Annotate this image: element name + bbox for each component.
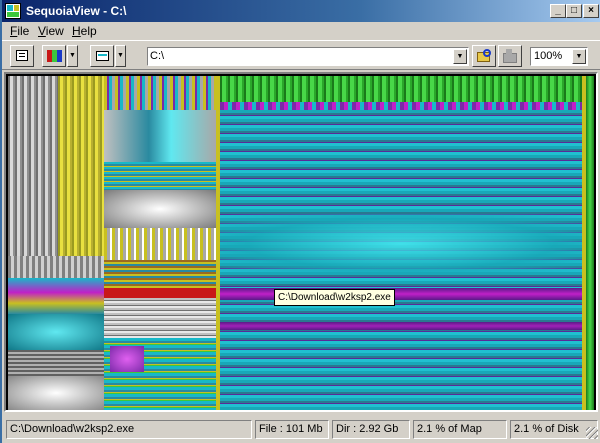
treemap-block[interactable]: [220, 102, 582, 110]
treemap-block[interactable]: [8, 278, 104, 314]
minimize-button[interactable]: _: [550, 4, 566, 18]
sequoia-app-icon[interactable]: [5, 3, 21, 19]
menu-help[interactable]: Help: [72, 24, 97, 38]
info-icon[interactable]: [10, 45, 34, 67]
treemap-block[interactable]: [220, 322, 582, 330]
status-disk-percent: 2.1 % of Disk: [510, 420, 598, 439]
zoom-dropdown-arrow[interactable]: ▼: [572, 49, 586, 64]
path-combobox[interactable]: C:\ ▼: [147, 47, 469, 66]
window-title: SequoiaView - C:\: [26, 4, 127, 18]
file-tooltip: C:\Download\w2ksp2.exe: [274, 289, 395, 306]
status-map-percent: 2.1 % of Map: [413, 420, 507, 439]
treemap-block[interactable]: [104, 298, 216, 338]
menu-bar: File View Help: [2, 22, 600, 40]
treemap-block[interactable]: [110, 346, 144, 372]
treemap-block[interactable]: [8, 314, 104, 350]
maximize-button[interactable]: □: [566, 4, 582, 18]
app-window: SequoiaView - C:\ _ □ × File View Help ▼…: [0, 0, 600, 443]
treemap-block[interactable]: [586, 76, 594, 410]
treemap-block[interactable]: [104, 110, 216, 162]
treemap-block[interactable]: [104, 162, 216, 190]
filter-dropdown-button[interactable]: ▼: [115, 45, 126, 67]
status-bar: C:\Download\w2ksp2.exe File : 101 Mb Dir…: [2, 418, 600, 441]
up-folder-icon[interactable]: [498, 45, 522, 67]
treemap-view[interactable]: [4, 72, 598, 412]
menu-view[interactable]: View: [38, 24, 64, 38]
treemap-block[interactable]: [8, 256, 104, 278]
treemap-block[interactable]: [8, 350, 104, 376]
treemap-block[interactable]: [104, 260, 216, 288]
treemap-block[interactable]: [220, 214, 582, 274]
resize-grip[interactable]: [586, 427, 598, 439]
zoom-combobox[interactable]: 100% ▼: [530, 47, 588, 66]
filter-icon[interactable]: [90, 45, 114, 67]
search-folder-icon[interactable]: [472, 45, 496, 67]
treemap-block[interactable]: [220, 76, 582, 102]
treemap-block[interactable]: [102, 76, 104, 256]
treemap-block[interactable]: [8, 376, 104, 410]
status-file-size: File : 101 Mb: [255, 420, 329, 439]
treemap-block[interactable]: [216, 76, 220, 410]
colors-dropdown-button[interactable]: ▼: [67, 45, 78, 67]
path-dropdown-arrow[interactable]: ▼: [453, 49, 467, 64]
treemap-block[interactable]: [58, 76, 104, 256]
status-dir-size: Dir : 2.92 Gb: [332, 420, 410, 439]
title-bar[interactable]: SequoiaView - C:\ _ □ ×: [2, 0, 600, 22]
toolbar: ▼ ▼ C:\ ▼ 100% ▼: [2, 40, 600, 70]
treemap-block[interactable]: [104, 190, 216, 228]
status-path: C:\Download\w2ksp2.exe: [6, 420, 252, 439]
treemap-block[interactable]: [104, 288, 216, 298]
treemap-block[interactable]: [8, 76, 58, 256]
menu-file[interactable]: File: [10, 24, 29, 38]
path-value: C:\: [150, 50, 165, 62]
zoom-value: 100%: [534, 50, 563, 62]
treemap-block[interactable]: [104, 228, 216, 260]
close-button[interactable]: ×: [583, 4, 599, 18]
treemap-block[interactable]: [104, 76, 216, 110]
colors-icon[interactable]: [42, 45, 66, 67]
